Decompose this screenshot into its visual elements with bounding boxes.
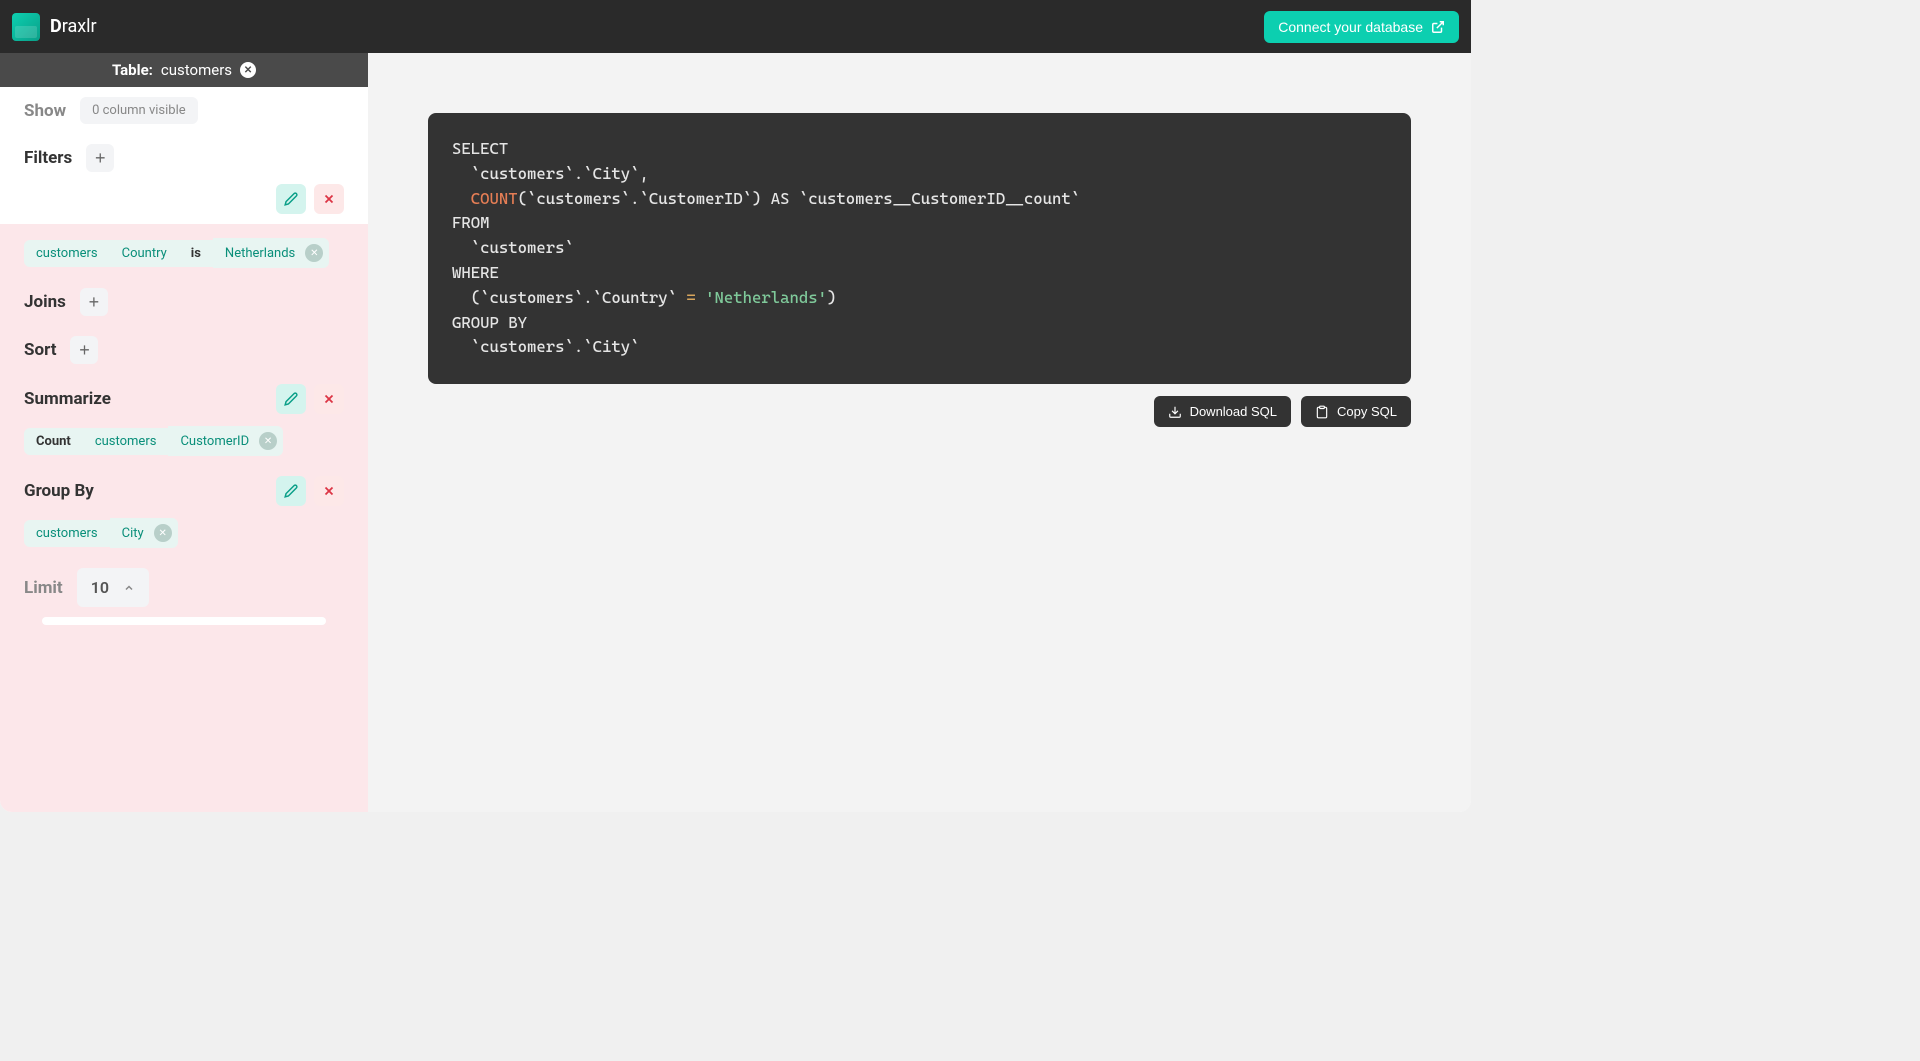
filter-operator[interactable]: is <box>179 240 213 267</box>
filter-value[interactable]: Netherlands ✕ <box>213 238 329 268</box>
groupby-title: Group By <box>24 481 94 501</box>
table-header: Table: customers ✕ <box>0 53 368 87</box>
summarize-func[interactable]: Count <box>24 428 83 455</box>
edit-summarize-button[interactable] <box>276 384 306 414</box>
show-title: Show <box>24 101 66 121</box>
sql-code-block[interactable]: SELECT `customers`.`City`, COUNT(`custom… <box>428 113 1411 384</box>
close-icon <box>322 392 336 406</box>
groupby-column[interactable]: City ✕ <box>110 518 178 548</box>
groupby-section: Group By customers <box>0 466 368 558</box>
pencil-icon <box>284 192 298 206</box>
summarize-table[interactable]: customers <box>83 428 169 455</box>
logo-icon <box>12 13 40 41</box>
show-section: Show 0 column visible <box>0 87 368 134</box>
add-sort-button[interactable]: + <box>70 336 98 364</box>
logo[interactable]: Draxlr <box>12 13 97 41</box>
sort-section: Sort + <box>0 326 368 374</box>
limit-section: Limit 10 <box>0 558 368 635</box>
close-icon <box>322 192 336 206</box>
summarize-column[interactable]: CustomerID ✕ <box>168 426 283 456</box>
visible-columns-chip[interactable]: 0 column visible <box>80 97 198 124</box>
summarize-section: Summarize Count custo <box>0 374 368 466</box>
limit-title: Limit <box>24 578 63 598</box>
clipboard-icon <box>1315 405 1329 419</box>
filters-section: Filters + <box>0 134 368 172</box>
close-table-button[interactable]: ✕ <box>240 62 256 78</box>
table-label: Table: <box>112 61 153 79</box>
filter-actions <box>0 172 368 224</box>
body: Table: customers ✕ Show 0 column visible <box>0 53 1471 812</box>
close-icon <box>322 484 336 498</box>
scroll-indicator <box>42 617 326 625</box>
add-filter-button[interactable]: + <box>86 144 114 172</box>
delete-groupby-button[interactable] <box>314 476 344 506</box>
filters-title: Filters <box>24 148 72 168</box>
remove-groupby-chip-button[interactable]: ✕ <box>154 524 172 542</box>
filter-table[interactable]: customers <box>24 240 110 267</box>
edit-groupby-button[interactable] <box>276 476 306 506</box>
sql-preview-area: SELECT `customers`.`City`, COUNT(`custom… <box>368 53 1471 812</box>
filter-chip-row: customers Country is Netherlands ✕ <box>0 224 368 278</box>
remove-summarize-chip-button[interactable]: ✕ <box>259 432 277 450</box>
delete-summarize-button[interactable] <box>314 384 344 414</box>
chevron-up-icon <box>123 582 135 594</box>
external-link-icon <box>1431 20 1445 34</box>
logo-text: Draxlr <box>50 16 97 37</box>
app-header: Draxlr Connect your database <box>0 0 1471 53</box>
app-window: Draxlr Connect your database Table: cust… <box>0 0 1471 812</box>
download-icon <box>1168 405 1182 419</box>
filter-column[interactable]: Country <box>110 240 179 267</box>
sort-title: Sort <box>24 340 56 360</box>
remove-filter-chip-button[interactable]: ✕ <box>305 244 323 262</box>
limit-stepper[interactable]: 10 <box>77 568 149 607</box>
download-sql-button[interactable]: Download SQL <box>1154 396 1291 427</box>
sql-actions: Download SQL Copy SQL <box>428 396 1411 427</box>
pencil-icon <box>284 392 298 406</box>
connect-database-button[interactable]: Connect your database <box>1264 11 1459 43</box>
copy-sql-button[interactable]: Copy SQL <box>1301 396 1411 427</box>
joins-title: Joins <box>24 292 66 312</box>
edit-filter-button[interactable] <box>276 184 306 214</box>
joins-section: Joins + <box>0 278 368 326</box>
add-join-button[interactable]: + <box>80 288 108 316</box>
sidebar-content: Show 0 column visible Filters + <box>0 87 368 812</box>
table-name: customers <box>161 61 232 79</box>
delete-filter-button[interactable] <box>314 184 344 214</box>
summarize-title: Summarize <box>24 389 111 409</box>
query-builder-sidebar: Table: customers ✕ Show 0 column visible <box>0 53 368 812</box>
groupby-table[interactable]: customers <box>24 520 110 547</box>
pencil-icon <box>284 484 298 498</box>
